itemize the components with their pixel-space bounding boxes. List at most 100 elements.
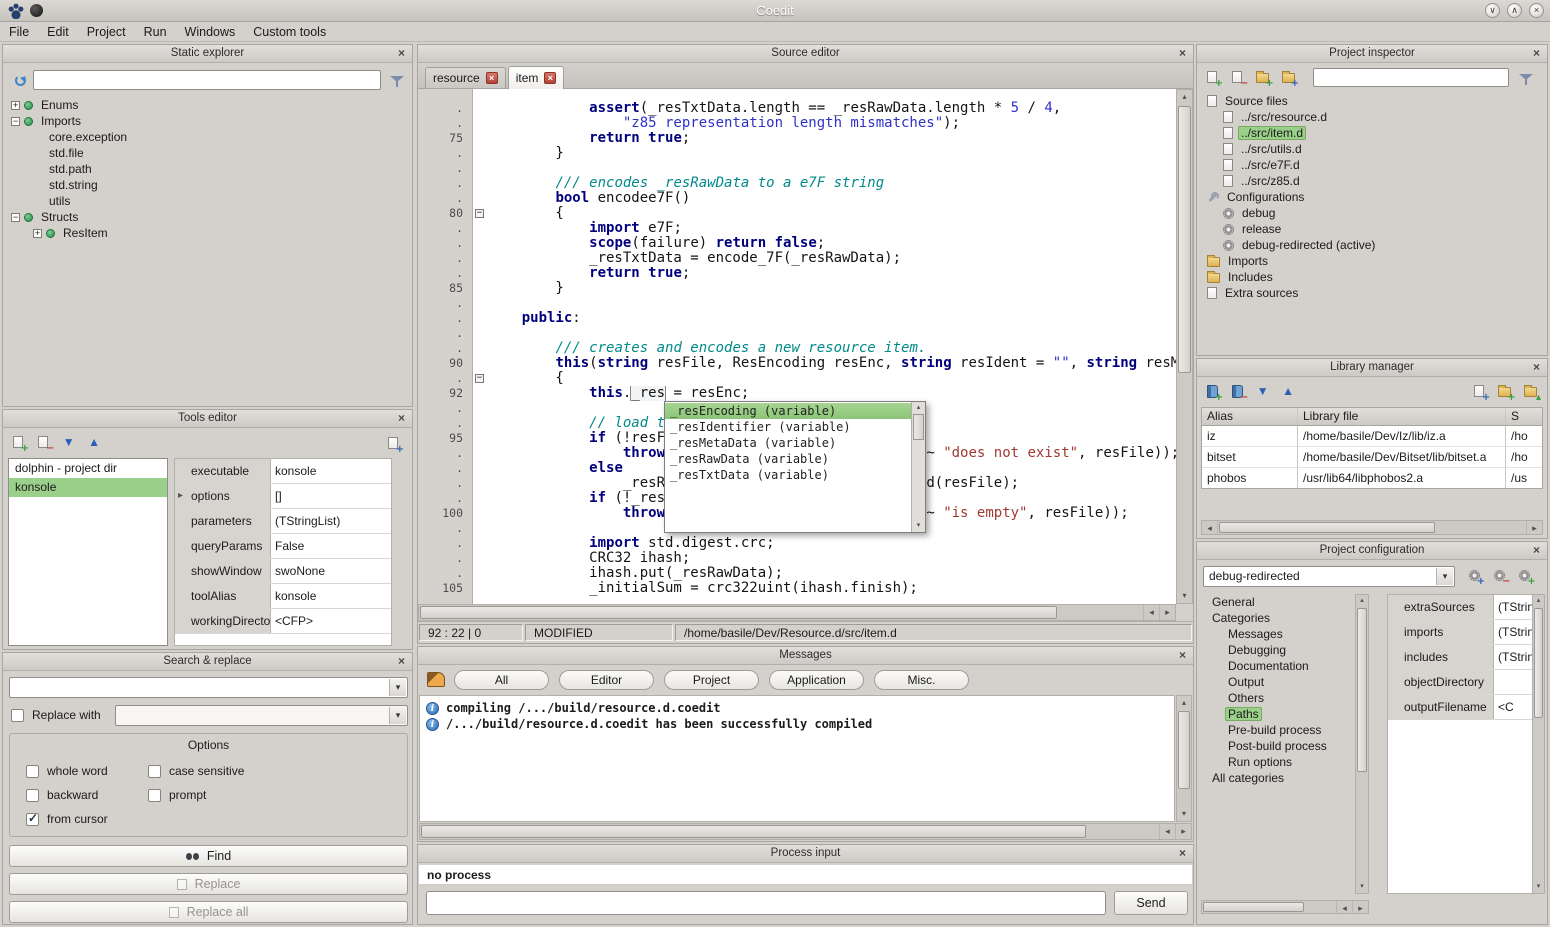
menu-windows[interactable]: Windows (176, 22, 245, 42)
scroll-thumb[interactable] (1219, 522, 1435, 533)
dropdown-arrow-icon[interactable]: ▾ (389, 707, 406, 724)
add-include-folder-icon[interactable]: + (1278, 67, 1298, 87)
messages-hscrollbar[interactable]: ◂ ▸ (419, 823, 1192, 840)
tab-item[interactable]: item× (508, 66, 565, 90)
code-line[interactable]: . public: (418, 311, 1176, 326)
checkbox-prompt[interactable] (148, 789, 161, 802)
tree-item-general[interactable]: General (1201, 594, 1353, 610)
message-log[interactable]: icompiling /.../build/resource.d.coediti… (419, 695, 1175, 822)
code-line[interactable]: . /// creates and encodes a new resource… (418, 341, 1176, 356)
refresh-symbols-icon[interactable] (10, 71, 30, 89)
tree-item-post-build-process[interactable]: Post-build process (1201, 738, 1353, 754)
replace-all-button[interactable]: Replace all (9, 901, 408, 923)
close-window-icon[interactable]: × (1529, 3, 1544, 18)
checkbox-case-sensitive[interactable] (148, 765, 161, 778)
tree-item-src-z85-d[interactable]: ../src/z85.d (1199, 173, 1545, 189)
filter-application[interactable]: Application (769, 670, 864, 690)
symbol-search-input[interactable] (33, 70, 381, 90)
scroll-right-icon[interactable]: ▸ (1175, 824, 1191, 839)
menu-run[interactable]: Run (135, 22, 176, 42)
expand-icon[interactable]: + (33, 229, 42, 238)
close-panel-icon[interactable]: × (1529, 360, 1544, 375)
tab-resource[interactable]: resource× (425, 67, 506, 88)
tree-item-others[interactable]: Others (1201, 690, 1353, 706)
tree-item-categories[interactable]: Categories (1201, 610, 1353, 626)
filter-misc[interactable]: Misc. (874, 670, 969, 690)
completion-item[interactable]: _resRawData (variable) (665, 451, 911, 467)
checkbox-whole-word[interactable] (26, 765, 39, 778)
tree-item-src-utils-d[interactable]: ../src/utils.d (1199, 141, 1545, 157)
filter-editor[interactable]: Editor (559, 670, 654, 690)
register-library-project-icon[interactable]: ▴ (1520, 381, 1540, 401)
scroll-thumb[interactable] (421, 825, 1086, 838)
library-row-phobos[interactable]: phobos/usr/lib64/libphobos2.a/us (1202, 468, 1542, 489)
property-value[interactable]: (TStringList) (1494, 645, 1534, 669)
scroll-up-icon[interactable]: ▴ (1177, 90, 1192, 104)
scroll-down-icon[interactable]: ▾ (1356, 881, 1368, 893)
scroll-thumb[interactable] (1178, 106, 1191, 373)
clear-messages-icon[interactable] (427, 672, 445, 687)
tree-item-debugging[interactable]: Debugging (1201, 642, 1353, 658)
minimize-icon[interactable]: ∨ (1485, 3, 1500, 18)
property-value[interactable]: [] (271, 484, 391, 508)
search-term-combo[interactable]: ▾ (9, 677, 408, 698)
tree-item-messages[interactable]: Messages (1201, 626, 1353, 642)
code-line[interactable]: .− { (418, 371, 1176, 386)
categories-hscrollbar[interactable]: ◂ ▸ (1201, 900, 1369, 914)
collapse-icon[interactable]: − (11, 117, 20, 126)
option-backward[interactable]: backward (26, 786, 108, 804)
find-button[interactable]: Find (9, 845, 408, 867)
scroll-thumb[interactable] (1534, 608, 1543, 718)
code-line[interactable]: . assert(_resTxtData.length == _resRawDa… (418, 101, 1176, 116)
tree-item-paths[interactable]: Paths (1201, 706, 1353, 722)
move-library-up-icon[interactable]: ▲ (1278, 381, 1298, 401)
code-line[interactable]: . } (418, 146, 1176, 161)
completion-item[interactable]: _resIdentifier (variable) (665, 419, 911, 435)
close-panel-icon[interactable]: × (394, 654, 409, 669)
completion-scrollbar[interactable]: ▴ ▾ (911, 402, 925, 532)
add-import-folder-icon[interactable]: + (1253, 67, 1273, 87)
remove-configuration-icon[interactable]: − (1489, 565, 1509, 585)
column-alias[interactable]: Alias (1202, 408, 1298, 425)
close-panel-icon[interactable]: × (1529, 46, 1544, 61)
edit-library-alias-icon[interactable]: + (1469, 381, 1489, 401)
replace-with-combo[interactable]: ▾ (115, 705, 408, 726)
tree-item-configurations[interactable]: Configurations (1199, 189, 1545, 205)
add-source-icon[interactable]: + (1202, 67, 1222, 87)
tree-item-debug-redirected-active[interactable]: debug-redirected (active) (1199, 237, 1545, 253)
completion-item[interactable]: _resEncoding (variable) (665, 403, 911, 419)
tree-item-output[interactable]: Output (1201, 674, 1353, 690)
tree-item-src-resource-d[interactable]: ../src/resource.d (1199, 109, 1545, 125)
remove-source-icon[interactable]: − (1227, 67, 1247, 87)
code-line[interactable]: 75 return true; (418, 131, 1176, 146)
scroll-thumb[interactable] (1178, 711, 1190, 789)
code-line[interactable]: 90 this(string resFile, ResEncoding resE… (418, 356, 1176, 371)
filter-project[interactable]: Project (664, 670, 759, 690)
property-value[interactable]: konsole (271, 584, 391, 608)
categories-vscrollbar[interactable]: ▴ ▾ (1355, 594, 1369, 894)
scroll-down-icon[interactable]: ▾ (1177, 807, 1191, 821)
property-value[interactable]: <C (1494, 695, 1534, 719)
scroll-thumb[interactable] (1203, 902, 1304, 912)
tree-item-structs[interactable]: −Structs (5, 209, 410, 225)
close-panel-icon[interactable]: × (394, 46, 409, 61)
move-tool-down-icon[interactable]: ▼ (59, 432, 79, 452)
replace-button[interactable]: Replace (9, 873, 408, 895)
edit-tool-source-icon[interactable]: + (383, 433, 403, 453)
close-panel-icon[interactable]: × (1175, 648, 1190, 663)
tree-item-pre-build-process[interactable]: Pre-build process (1201, 722, 1353, 738)
code-line[interactable]: . (418, 161, 1176, 176)
tree-item-all-categories[interactable]: All categories (1201, 770, 1353, 786)
expand-icon[interactable]: ▸ (178, 484, 183, 508)
tab-close-icon[interactable]: × (486, 72, 498, 84)
column-library-file[interactable]: Library file (1298, 408, 1506, 425)
fold-marker-icon[interactable]: − (475, 374, 484, 383)
code-line[interactable]: . import e7F; (418, 221, 1176, 236)
scroll-left-icon[interactable]: ◂ (1143, 605, 1159, 620)
property-value[interactable]: <CFP> (271, 609, 391, 633)
properties-vscrollbar[interactable]: ▴ ▾ (1532, 594, 1545, 894)
tree-item-run-options[interactable]: Run options (1201, 754, 1353, 770)
completion-item[interactable]: _resTxtData (variable) (665, 467, 911, 483)
checkbox-backward[interactable] (26, 789, 39, 802)
tree-item-core-exception[interactable]: core.exception (5, 129, 410, 145)
